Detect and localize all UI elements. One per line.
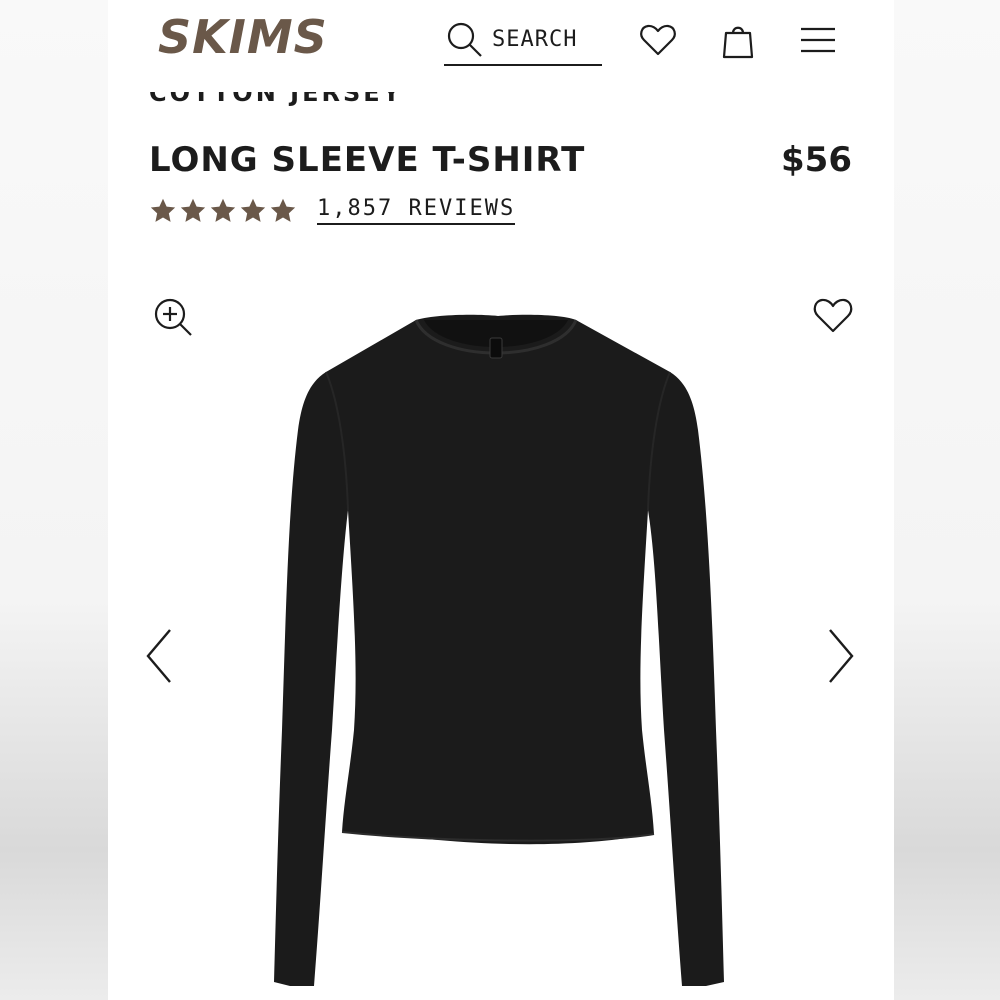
search-field[interactable]: SEARCH <box>444 14 602 66</box>
chevron-left-icon[interactable] <box>142 626 178 686</box>
chevron-right-icon[interactable] <box>822 626 858 686</box>
star-rating <box>149 197 297 225</box>
star-icon <box>150 198 176 222</box>
brand-logo[interactable]: SKIMS <box>158 10 328 64</box>
product-page: SKIMS SEARCH COTTON JERSEY LONG SLEEVE T… <box>108 0 894 1000</box>
favorite-heart-icon[interactable] <box>812 294 854 336</box>
product-price: $56 <box>781 140 852 180</box>
star-icon <box>240 198 266 222</box>
zoom-in-icon[interactable] <box>152 296 194 338</box>
star-icon <box>270 198 296 222</box>
product-title: LONG SLEEVE T-SHIRT <box>149 140 586 180</box>
collection-text: COTTON JERSEY <box>149 92 404 107</box>
shopping-bag-icon[interactable] <box>718 20 758 60</box>
wishlist-heart-icon[interactable] <box>638 20 678 60</box>
star-icon <box>180 198 206 222</box>
search-icon <box>447 22 482 57</box>
product-gallery <box>108 280 894 1000</box>
reviews-link[interactable]: 1,857 REVIEWS <box>317 196 516 225</box>
collection-label: COTTON JERSEY <box>149 92 403 114</box>
menu-icon[interactable] <box>798 20 838 60</box>
star-icon <box>210 198 236 222</box>
shirt-body <box>274 314 724 986</box>
product-image[interactable] <box>238 310 758 1000</box>
background-left <box>0 0 108 1000</box>
background-right <box>892 0 1000 1000</box>
rating: 1,857 REVIEWS <box>149 196 516 225</box>
search-label: SEARCH <box>492 26 578 52</box>
